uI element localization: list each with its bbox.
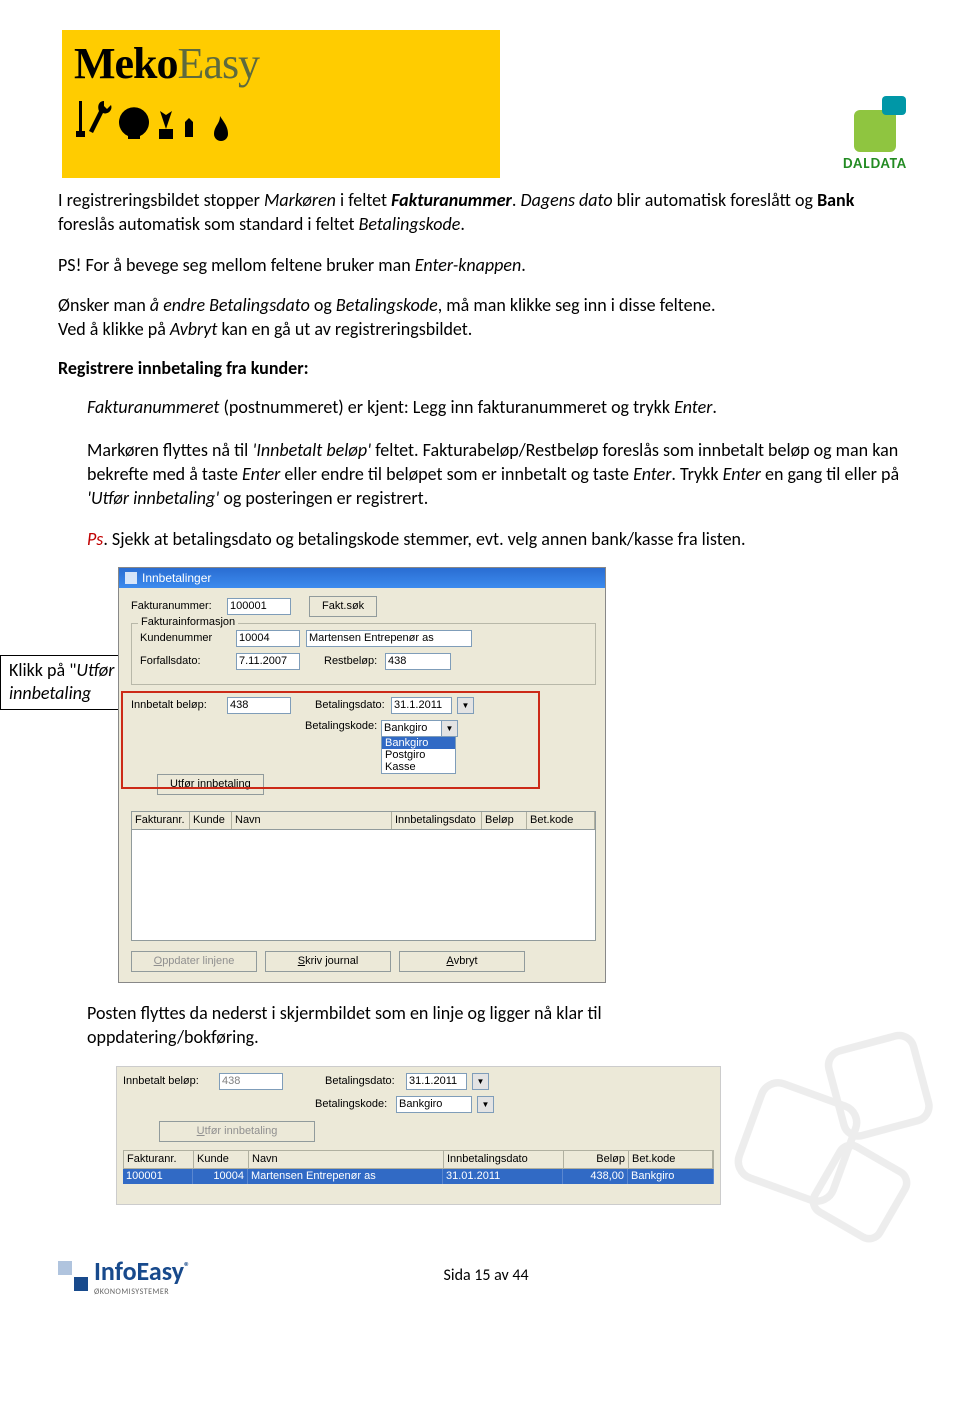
button-faktsok[interactable]: Fakt.søk [309,596,377,617]
logo-mekoeasy: MekoEasy [62,30,500,178]
dialog-innbetalinger: Innbetalinger Fakturanummer: 100001 Fakt… [118,567,606,983]
dropdown-betdato-arrow[interactable]: ▼ [457,697,474,714]
label2-betdato: Betalingsdato: [325,1075,400,1087]
watermark-icon [710,1017,960,1267]
label-innbetalt: Innbetalt beløp: [131,699,221,711]
input2-betkode[interactable]: Bankgiro [396,1096,472,1113]
logo-tools-icons [74,99,488,159]
input-kundenavn[interactable]: Martensen Entrepenør as [306,630,472,647]
paragraph-1: I registreringsbildet stopper Markøren i… [58,188,902,237]
col2-faktnr[interactable]: Fakturanr. [124,1151,194,1168]
paragraph-5: Markøren flyttes nå til 'Innbetalt beløp… [58,438,902,511]
input-betdato[interactable]: 31.1.2011 [391,697,452,714]
logo-meko: Meko [74,39,178,88]
col2-belop[interactable]: Beløp [564,1151,629,1168]
grid-row-selected[interactable]: 100001 10004 Martensen Entrepenør as 31.… [123,1169,714,1184]
label2-innbetalt: Innbetalt beløp: [123,1075,213,1087]
callout-utfor: Klikk på "Utfør innbetaling [0,655,128,710]
dialog-result: Innbetalt beløp: 438 Betalingsdato: 31.1… [116,1066,721,1205]
col-fakturanr[interactable]: Fakturanr. [132,812,190,829]
input2-betdato[interactable]: 31.1.2011 [406,1073,467,1090]
label-forfall: Forfallsdato: [140,655,230,667]
paragraph-4: Fakturanummeret (postnummeret) er kjent:… [58,395,902,419]
paragraph-2: PS! For å bevege seg mellom feltene bruk… [58,253,902,277]
grid-innbetalinger: Fakturanr. Kunde Navn Innbetalingsdato B… [131,811,596,941]
col-belop[interactable]: Beløp [482,812,527,829]
input-restbelop[interactable]: 438 [385,653,451,670]
col-betkode[interactable]: Bet.kode [527,812,595,829]
option-kasse[interactable]: Kasse [382,761,455,773]
paragraph-7: Posten flyttes da nederst i skjermbildet… [58,1001,647,1050]
page-number: Sida 15 av 44 [70,1266,902,1285]
select-betkode[interactable]: Bankgiro▼ Bankgiro Postgiro Kasse [381,720,458,774]
paragraph-3a: Ønsker man å endre Betalingsdato og Beta… [58,293,902,317]
paragraph-6: Ps. Sjekk at betalingsdato og betalingsk… [58,527,902,551]
paragraph-3b: Ved å klikke på Avbryt kan en gå ut av r… [58,317,902,341]
col2-betkode[interactable]: Bet.kode [629,1151,713,1168]
logo-easy: Easy [178,39,260,88]
button-skriv-journal[interactable]: Skriv journal [265,951,391,972]
label-kundenummer: Kundenummer [140,632,230,644]
label-betkode: Betalingskode: [305,720,375,732]
button2-utfor[interactable]: Utfør innbetaling [159,1121,315,1142]
label2-betkode: Betalingskode: [315,1098,390,1110]
input-forfall[interactable]: 7.11.2007 [236,653,300,670]
input-innbetalt[interactable]: 438 [227,697,291,714]
col2-dato[interactable]: Innbetalingsdato [444,1151,564,1168]
button-avbryt[interactable]: Avbryt [399,951,525,972]
label-restbelop: Restbeløp: [324,655,379,667]
col2-navn[interactable]: Navn [249,1151,444,1168]
option-bankgiro[interactable]: Bankgiro [382,737,455,749]
button-oppdater[interactable]: Oppdater linjene [131,951,257,972]
input2-innbetalt[interactable]: 438 [219,1073,283,1090]
window-icon [125,572,137,584]
window-title: Innbetalinger [142,571,211,585]
fieldset-fakturainfo: Fakturainformasjon Kundenummer 10004 Mar… [131,623,596,685]
input-fakturanummer[interactable]: 100001 [227,598,291,615]
dropdown-list[interactable]: Bankgiro Postgiro Kasse [381,736,456,774]
label-fakturanummer: Fakturanummer: [131,600,221,612]
option-postgiro[interactable]: Postgiro [382,749,455,761]
logo-daldata: DALDATA [820,110,930,173]
dropdown-arrow-icon[interactable]: ▼ [477,1096,494,1113]
col-innbetdato[interactable]: Innbetalingsdato [392,812,482,829]
button-utfor-innbetaling[interactable]: Utfør innbetaling [157,774,264,795]
heading-register: Registrere innbetaling fra kunder: [58,357,902,379]
input-kundenummer[interactable]: 10004 [236,630,300,647]
label-betdato: Betalingsdato: [315,699,385,711]
col2-kunde[interactable]: Kunde [194,1151,249,1168]
col-kunde[interactable]: Kunde [190,812,232,829]
footer: InfoEasy® ØKONOMISYSTEMER Sida 15 av 44 [58,1255,902,1297]
col-navn[interactable]: Navn [232,812,392,829]
dropdown-arrow-icon[interactable]: ▼ [472,1073,489,1090]
titlebar: Innbetalinger [119,568,605,588]
dropdown-arrow-icon[interactable]: ▼ [441,720,458,737]
